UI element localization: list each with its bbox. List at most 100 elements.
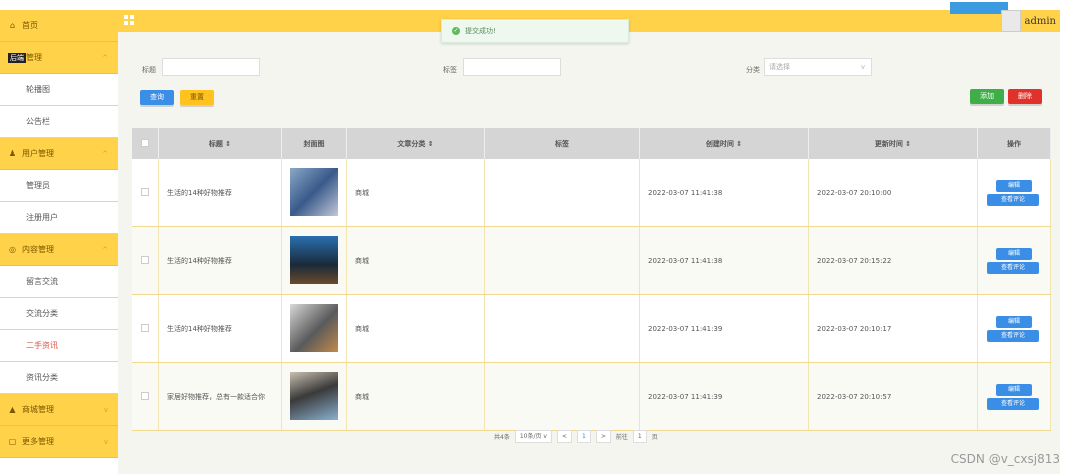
- user-icon: ♟: [8, 149, 17, 158]
- add-button[interactable]: 添加: [970, 89, 1004, 104]
- row-select-cell[interactable]: [132, 294, 159, 363]
- goto-suffix: 页: [651, 434, 658, 441]
- goto-page-input[interactable]: 1: [632, 430, 647, 443]
- sidebar-item-admin[interactable]: 管理员: [0, 170, 118, 202]
- select-all-checkbox[interactable]: [141, 138, 149, 147]
- more-icon: ▢: [8, 437, 17, 446]
- sidebar-item-carousel[interactable]: 轮播图: [0, 74, 118, 106]
- sidebar-item-label: 二手资讯: [26, 341, 58, 350]
- sidebar-home[interactable]: ⌂ 首页: [0, 10, 118, 42]
- edit-button[interactable]: 编辑: [996, 315, 1032, 328]
- row-updated: 2022-03-07 20:10:57: [808, 362, 978, 431]
- chevron-down-icon: v: [860, 63, 865, 71]
- col-actions-label: 操作: [1007, 139, 1021, 148]
- cover-image: [290, 371, 338, 420]
- title-filter-input[interactable]: [162, 58, 260, 76]
- col-updated[interactable]: 更新时间 ⇕: [808, 128, 978, 159]
- reset-button[interactable]: 重置: [180, 90, 214, 105]
- sort-icon: ⇕: [427, 139, 434, 148]
- row-title: 家居好物推荐，总有一款适合你: [158, 362, 282, 431]
- row-title: 生活的14种好物推荐: [158, 159, 282, 227]
- col-tag: 标签: [484, 128, 640, 159]
- chevron-up-icon: ^: [102, 149, 108, 158]
- col-title-label: 标题: [208, 139, 223, 148]
- tag-filter-label: 标签: [443, 66, 457, 74]
- cover-image: [290, 167, 338, 216]
- sidebar-home-label: 首页: [22, 21, 38, 30]
- select-all-cell[interactable]: [132, 128, 159, 159]
- user-menu[interactable]: admin: [1000, 10, 1056, 32]
- sidebar-item-label: 资讯分类: [26, 373, 58, 382]
- sidebar-group-shop[interactable]: ▲ 商城管理 v: [0, 394, 118, 426]
- page-size-select[interactable]: 10条/页 v: [514, 430, 552, 443]
- current-page[interactable]: 1: [577, 430, 591, 443]
- col-created[interactable]: 创建时间 ⇕: [639, 128, 809, 159]
- sidebar-group-manage[interactable]: 后端 管理 ^: [0, 42, 118, 74]
- sort-icon: ⇕: [736, 139, 743, 148]
- tag-filter-input[interactable]: [463, 58, 561, 76]
- edit-button[interactable]: 编辑: [996, 247, 1032, 260]
- row-title: 生活的14种好物推荐: [158, 294, 282, 363]
- sidebar: ⌂ 首页 后端 管理 ^ 轮播图 公告栏 ♟ 用户管理 ^ 管理员 注册用户 ◎…: [0, 10, 119, 474]
- view-comments-button[interactable]: 查看评论: [987, 193, 1039, 206]
- sidebar-item-label: 留言交流: [26, 277, 58, 286]
- row-select-cell[interactable]: [132, 159, 159, 227]
- row-category: 商城: [346, 362, 485, 431]
- col-cover-label: 封面图: [303, 139, 325, 148]
- check-circle-icon: ✓: [452, 27, 460, 35]
- edit-button[interactable]: 编辑: [996, 179, 1032, 192]
- row-tag: [484, 226, 640, 295]
- sidebar-group-label: 更多管理: [22, 437, 54, 446]
- row-checkbox[interactable]: [141, 187, 149, 196]
- chevron-down-icon: v: [103, 437, 108, 446]
- row-actions: 编辑 查看评论: [977, 362, 1051, 431]
- col-tag-label: 标签: [555, 139, 569, 148]
- username: admin: [1024, 15, 1056, 27]
- sidebar-item-exchange-category[interactable]: 交流分类: [0, 298, 118, 330]
- next-page-button[interactable]: >: [595, 430, 611, 443]
- col-updated-label: 更新时间: [874, 139, 903, 148]
- col-actions: 操作: [977, 128, 1051, 159]
- sidebar-group-more[interactable]: ▢ 更多管理 v: [0, 426, 118, 458]
- success-toast: ✓ 提交成功!: [441, 19, 629, 43]
- sidebar-group-users[interactable]: ♟ 用户管理 ^: [0, 138, 118, 170]
- prev-page-button[interactable]: <: [556, 430, 573, 443]
- delete-button[interactable]: 删除: [1008, 89, 1042, 104]
- row-cover: [281, 294, 347, 363]
- category-select-placeholder: 请选择: [769, 63, 790, 71]
- sidebar-item-secondhand-news[interactable]: 二手资讯: [0, 330, 118, 362]
- col-title[interactable]: 标题 ⇕: [158, 128, 282, 159]
- row-actions: 编辑 查看评论: [977, 226, 1051, 295]
- row-created: 2022-03-07 11:41:38: [639, 226, 809, 295]
- sidebar-item-messages[interactable]: 留言交流: [0, 266, 118, 298]
- view-comments-button[interactable]: 查看评论: [987, 397, 1039, 410]
- watermark: CSDN @v_cxsj813: [950, 452, 1060, 466]
- row-checkbox[interactable]: [141, 255, 149, 264]
- sort-icon: ⇕: [905, 139, 912, 148]
- row-cover: [281, 362, 347, 431]
- sidebar-item-news-category[interactable]: 资讯分类: [0, 362, 118, 394]
- sidebar-group-overlay: 后端: [8, 52, 26, 63]
- cover-image: [290, 235, 338, 284]
- view-comments-button[interactable]: 查看评论: [987, 329, 1039, 342]
- sidebar-item-label: 轮播图: [26, 85, 50, 94]
- cover-image: [290, 303, 338, 352]
- row-checkbox[interactable]: [141, 323, 149, 332]
- view-comments-button[interactable]: 查看评论: [987, 261, 1039, 274]
- table-row: 生活的14种好物推荐 商城 2022-03-07 11:41:38 2022-0…: [132, 226, 1051, 295]
- sidebar-group-label: 管理: [26, 53, 42, 62]
- sidebar-group-content[interactable]: ◎ 内容管理 ^: [0, 234, 118, 266]
- sidebar-item-notice[interactable]: 公告栏: [0, 106, 118, 138]
- row-category: 商城: [346, 226, 485, 295]
- page-size-value: 10条/页: [519, 433, 542, 440]
- row-checkbox[interactable]: [141, 391, 149, 400]
- main-content: 标题 标签 分类 请选择 v 查询 重置 添加 删除 标题 ⇕ 封面图 文章分类…: [118, 32, 1060, 474]
- row-select-cell[interactable]: [132, 226, 159, 295]
- sidebar-item-registered-users[interactable]: 注册用户: [0, 202, 118, 234]
- category-select[interactable]: 请选择 v: [764, 58, 872, 76]
- edit-button[interactable]: 编辑: [996, 383, 1032, 396]
- menu-grid-icon[interactable]: [124, 15, 134, 25]
- search-button[interactable]: 查询: [140, 90, 174, 105]
- row-select-cell[interactable]: [132, 362, 159, 431]
- col-category[interactable]: 文章分类 ⇕: [346, 128, 485, 159]
